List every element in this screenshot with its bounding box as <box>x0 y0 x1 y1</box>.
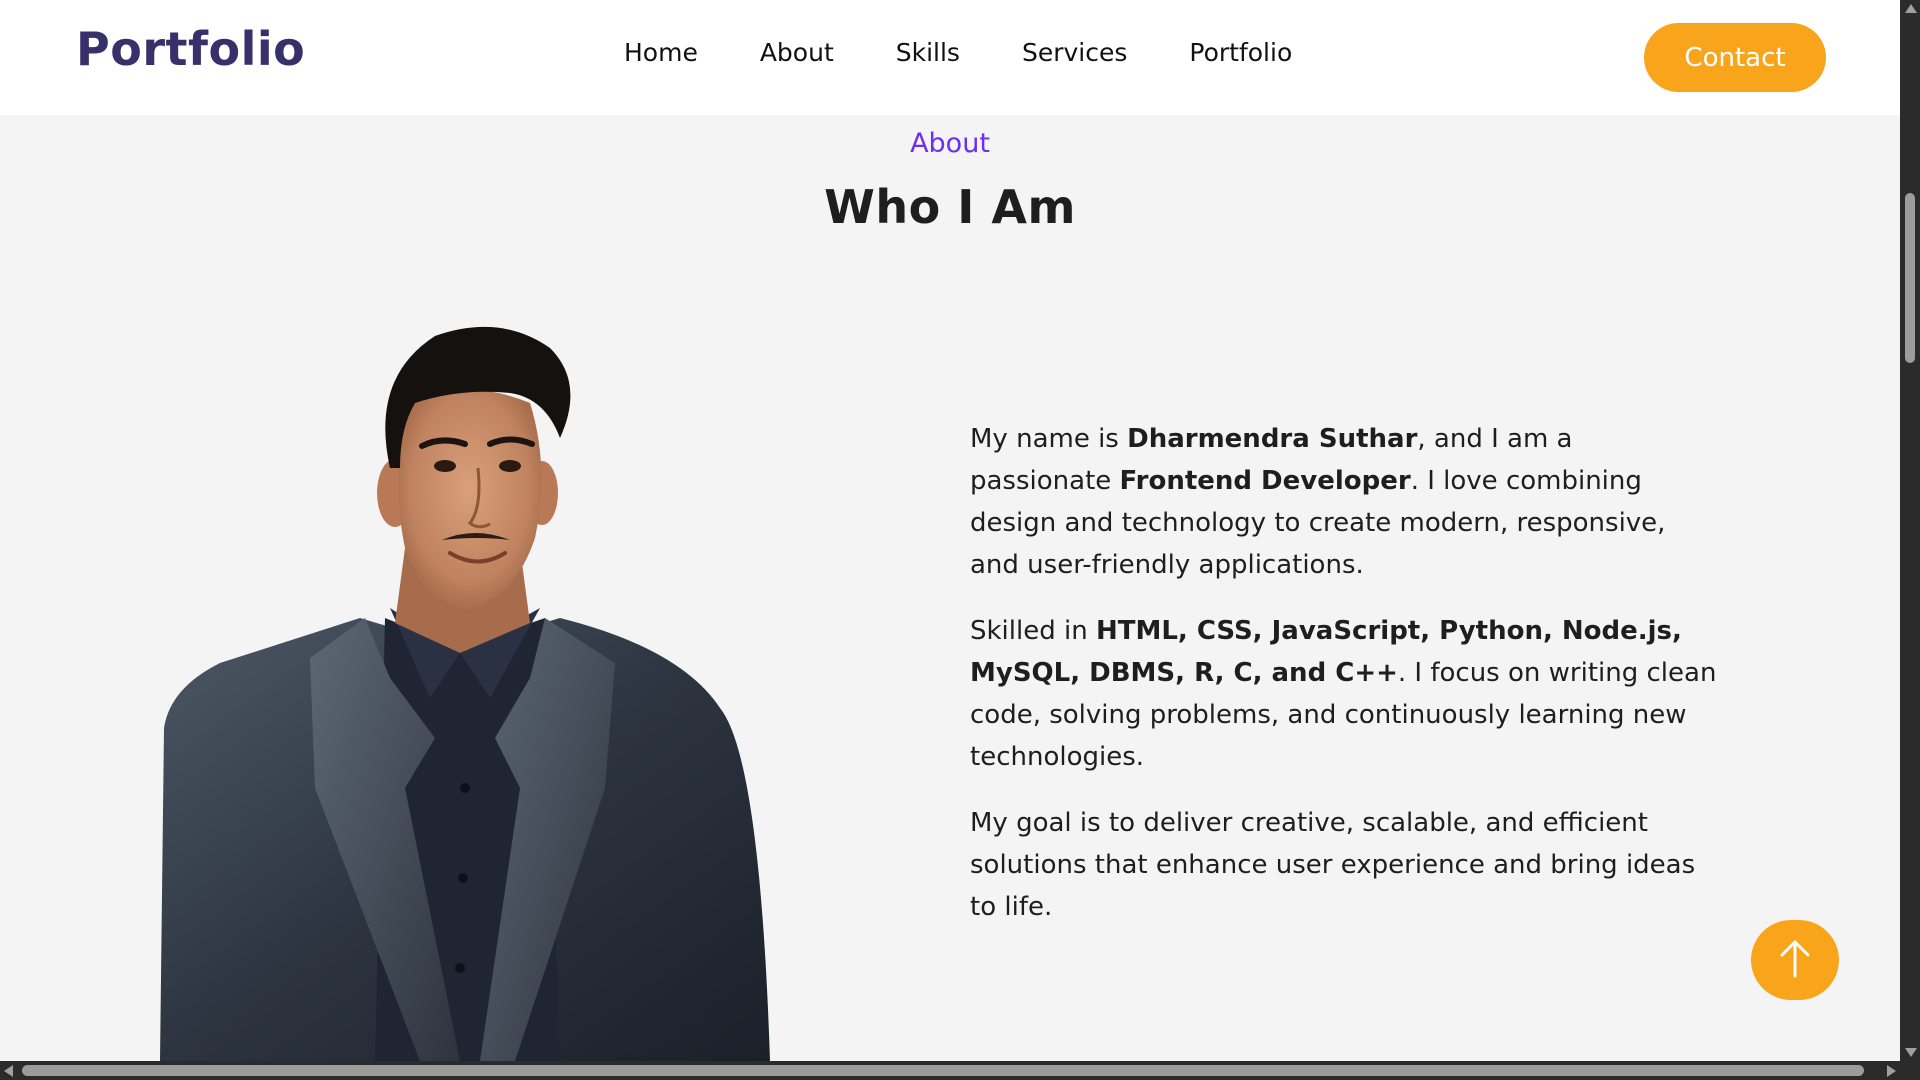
about-paragraph: Skilled in HTML, CSS, JavaScript, Python… <box>970 610 1720 778</box>
horizontal-scrollbar[interactable] <box>0 1061 1900 1080</box>
scroll-down-arrow-icon[interactable] <box>1905 1048 1917 1057</box>
nav-menu: Home About Skills Services Portfolio <box>624 38 1354 67</box>
highlight-text: Frontend Developer <box>1119 466 1411 496</box>
nav-link-services[interactable]: Services <box>1022 38 1127 67</box>
paragraph-text: My goal is to deliver creative, scalable… <box>970 808 1696 922</box>
paragraph-text: My name is <box>970 424 1128 454</box>
scrollbar-corner <box>1900 1061 1920 1080</box>
horizontal-scroll-thumb[interactable] <box>22 1065 1864 1076</box>
page-viewport: Portfolio Home About Skills Services Por… <box>0 0 1900 1061</box>
vertical-scroll-thumb[interactable] <box>1905 193 1915 363</box>
about-paragraph: My name is Dharmendra Suthar, and I am a… <box>970 418 1720 586</box>
about-description: My name is Dharmendra Suthar, and I am a… <box>970 418 1720 952</box>
profile-photo <box>160 326 770 1061</box>
scroll-up-arrow-icon[interactable] <box>1905 4 1917 13</box>
paragraph-text: Skilled in <box>970 616 1096 646</box>
about-paragraph: My goal is to deliver creative, scalable… <box>970 802 1720 928</box>
scroll-left-arrow-icon[interactable] <box>4 1065 13 1077</box>
site-logo[interactable]: Portfolio <box>76 22 305 76</box>
nav-link-about[interactable]: About <box>760 38 834 67</box>
back-to-top-button[interactable] <box>1751 920 1839 1000</box>
highlight-text: Dharmendra Suthar <box>1127 424 1418 454</box>
contact-button[interactable]: Contact <box>1644 23 1826 92</box>
section-title: Who I Am <box>824 180 1076 234</box>
nav-link-home[interactable]: Home <box>624 38 698 67</box>
navbar: Portfolio Home About Skills Services Por… <box>0 0 1900 115</box>
nav-link-skills[interactable]: Skills <box>896 38 960 67</box>
vertical-scrollbar[interactable] <box>1900 0 1920 1061</box>
nav-link-portfolio[interactable]: Portfolio <box>1189 38 1292 67</box>
section-kicker: About <box>910 128 990 159</box>
scroll-right-arrow-icon[interactable] <box>1887 1065 1896 1077</box>
arrow-up-icon <box>1780 940 1810 978</box>
